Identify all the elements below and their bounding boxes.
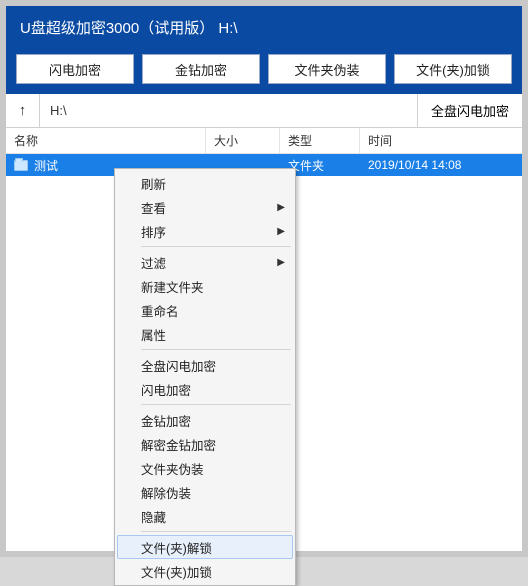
menu-item[interactable]: 查看 ▶	[117, 195, 293, 219]
submenu-arrow-icon: ▶	[277, 226, 285, 237]
address-bar: ↑ H:\ 全盘闪电加密	[6, 94, 522, 128]
menu-item-label: 解密金钻加密	[141, 435, 216, 454]
menu-item-label: 金钻加密	[141, 411, 191, 430]
menu-item-label: 刷新	[141, 174, 166, 193]
folder-disguise-button[interactable]: 文件夹伪装	[268, 54, 386, 84]
row-time: 2019/10/14 14:08	[360, 158, 522, 172]
app-window: U盘超级加密3000（试用版） H:\ 闪电加密 金钻加密 文件夹伪装 文件(夹…	[0, 0, 528, 557]
menu-separator	[141, 349, 291, 350]
menu-item[interactable]: 全盘闪电加密	[117, 353, 293, 377]
menu-item[interactable]: 新建文件夹	[117, 274, 293, 298]
menu-item-label: 文件(夹)解锁	[141, 538, 212, 557]
toolbar: 闪电加密 金钻加密 文件夹伪装 文件(夹)加锁	[6, 48, 522, 94]
menu-item[interactable]: 过滤 ▶	[117, 250, 293, 274]
menu-item-label: 重命名	[141, 301, 179, 320]
menu-item[interactable]: 排序 ▶	[117, 219, 293, 243]
menu-item-label: 隐藏	[141, 507, 166, 526]
menu-item-label: 解除伪装	[141, 483, 191, 502]
menu-item-label: 文件夹伪装	[141, 459, 204, 478]
row-name: 测试	[34, 157, 58, 174]
full-disk-flash-encrypt-button[interactable]: 全盘闪电加密	[418, 94, 522, 127]
menu-item[interactable]: 解除伪装	[117, 480, 293, 504]
path-field[interactable]: H:\	[40, 94, 418, 127]
window-title: U盘超级加密3000（试用版） H:\	[20, 17, 238, 38]
submenu-arrow-icon: ▶	[277, 257, 285, 268]
menu-item[interactable]: 解密金钻加密	[117, 432, 293, 456]
menu-separator	[141, 531, 291, 532]
menu-item[interactable]: 金钻加密	[117, 408, 293, 432]
col-time[interactable]: 时间	[360, 128, 522, 153]
menu-item-label: 闪电加密	[141, 380, 191, 399]
file-folder-lock-button[interactable]: 文件(夹)加锁	[394, 54, 512, 84]
flash-encrypt-button[interactable]: 闪电加密	[16, 54, 134, 84]
menu-item[interactable]: 重命名	[117, 298, 293, 322]
gold-encrypt-button[interactable]: 金钻加密	[142, 54, 260, 84]
menu-item-label: 文件(夹)加锁	[141, 562, 212, 581]
menu-item-label: 过滤	[141, 253, 166, 272]
title-bar: U盘超级加密3000（试用版） H:\	[6, 6, 522, 48]
menu-item[interactable]: 隐藏	[117, 504, 293, 528]
menu-item[interactable]: 闪电加密	[117, 377, 293, 401]
col-size[interactable]: 大小	[206, 128, 280, 153]
menu-separator	[141, 246, 291, 247]
menu-item-label: 排序	[141, 222, 166, 241]
menu-item[interactable]: 文件夹伪装	[117, 456, 293, 480]
context-menu: 刷新查看 ▶ 排序 ▶ 过滤 ▶ 新建文件夹重命名属性全盘闪电加密闪电加密金钻加密解密金钻加…	[114, 168, 296, 586]
menu-item[interactable]: 刷新	[117, 171, 293, 195]
menu-item-label: 属性	[141, 325, 166, 344]
menu-item-label: 新建文件夹	[141, 277, 204, 296]
up-button[interactable]: ↑	[6, 94, 40, 127]
column-headers: 名称 大小 类型 时间	[6, 128, 522, 154]
col-type[interactable]: 类型	[280, 128, 360, 153]
folder-icon	[14, 160, 28, 171]
menu-item[interactable]: 文件(夹)加锁	[117, 559, 293, 583]
menu-item-label: 查看	[141, 198, 166, 217]
menu-item[interactable]: 文件(夹)解锁	[117, 535, 293, 559]
menu-item[interactable]: 属性	[117, 322, 293, 346]
submenu-arrow-icon: ▶	[277, 202, 285, 213]
menu-item-label: 全盘闪电加密	[141, 356, 216, 375]
col-name[interactable]: 名称	[6, 128, 206, 153]
menu-separator	[141, 404, 291, 405]
